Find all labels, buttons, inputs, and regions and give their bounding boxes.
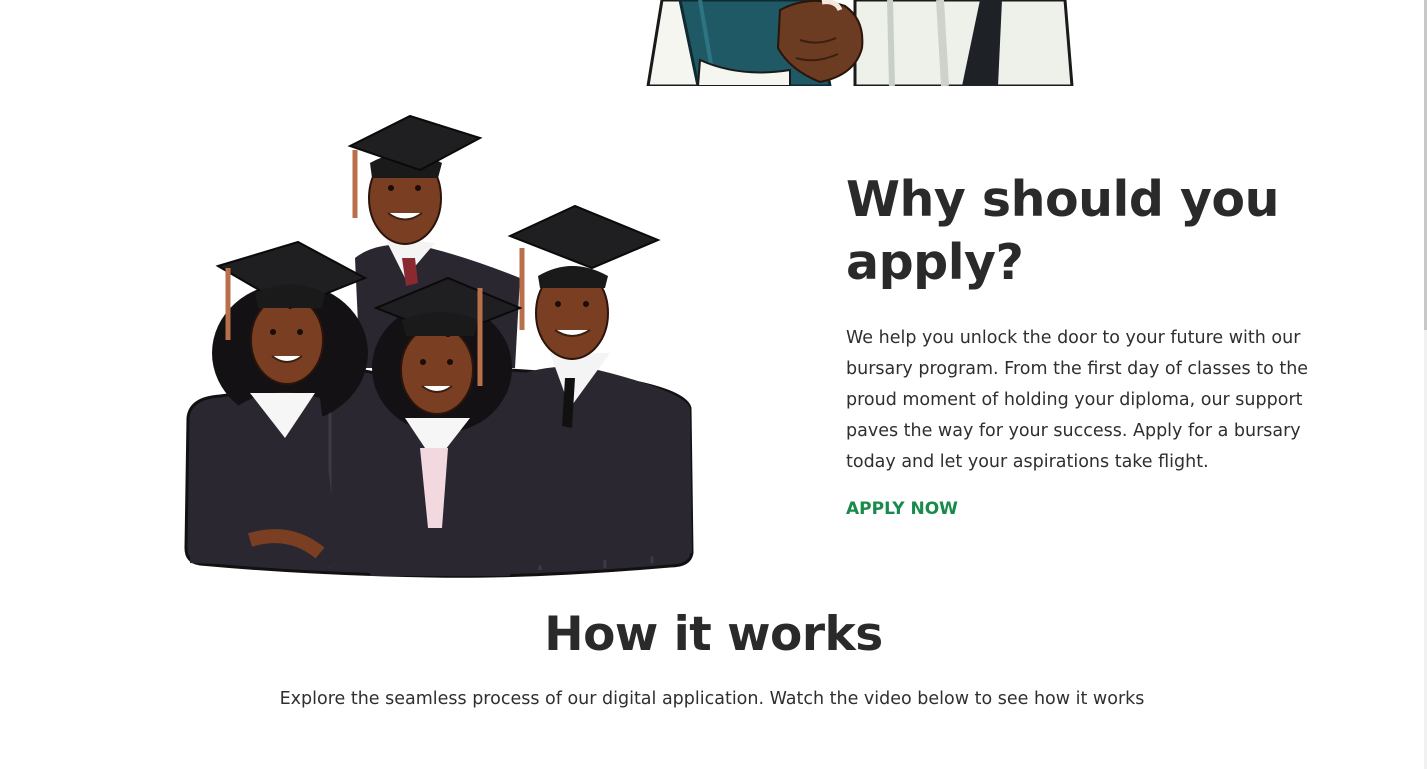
graduates-illustration bbox=[180, 108, 700, 582]
student-illustration-top bbox=[640, 0, 1080, 88]
why-apply-description: We help you unlock the door to your futu… bbox=[846, 328, 1309, 472]
how-it-works-heading: How it works bbox=[544, 607, 883, 662]
apply-now-link[interactable]: APPLY NOW bbox=[846, 497, 958, 521]
page: Why should you apply? We help you unlock… bbox=[0, 0, 1427, 769]
how-it-works-description: Explore the seamless process of our digi… bbox=[279, 689, 1145, 709]
why-apply-heading: Why should you apply? bbox=[846, 171, 1279, 291]
